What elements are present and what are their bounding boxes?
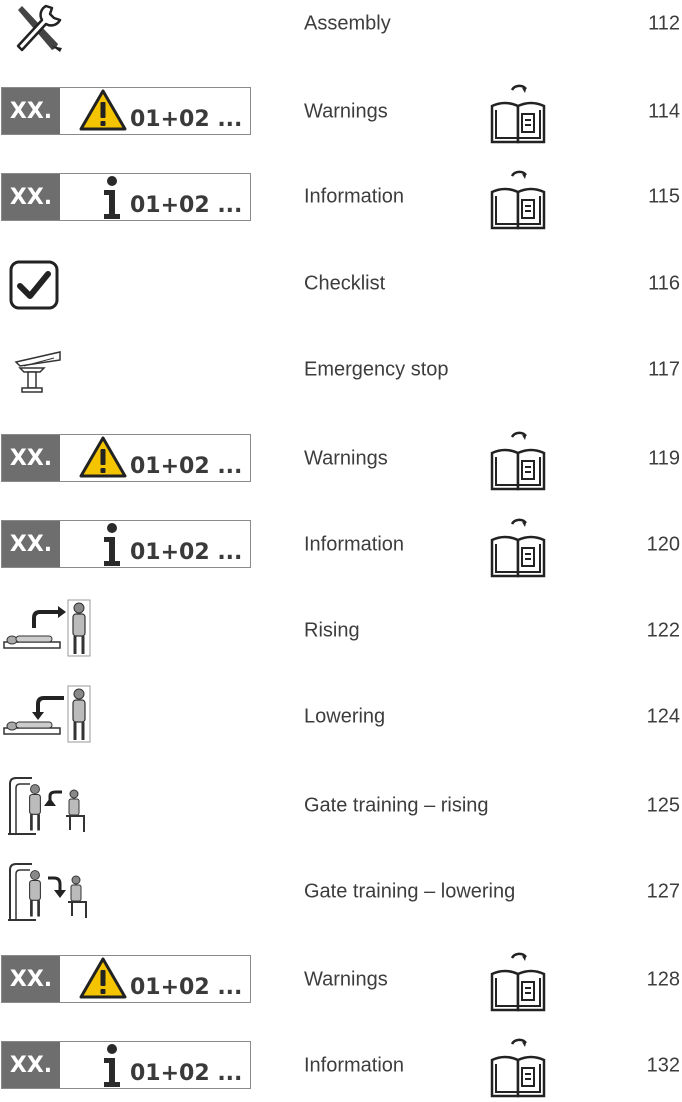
- toc-page-number: 128: [646, 968, 680, 991]
- toc-page-number: 125: [646, 794, 680, 817]
- read-manual-icon: [488, 423, 548, 495]
- info-i-icon: [102, 176, 122, 220]
- toc-label: Emergency stop: [304, 358, 449, 381]
- toc-label: Checklist: [304, 272, 386, 295]
- warning-triangle-icon: [78, 88, 128, 132]
- reference-code: 01+02 ...: [130, 1061, 243, 1086]
- info-i-icon: [102, 1044, 122, 1088]
- reference-code: 01+02 ...: [130, 454, 243, 479]
- toc-page-number: 114: [648, 100, 680, 123]
- toc-page-number: 116: [648, 272, 680, 295]
- toc-label: Information: [304, 1054, 405, 1077]
- read-manual-icon: [488, 944, 548, 1016]
- info-reference-box: XX. 01+02 ...: [1, 1041, 251, 1089]
- toc-page-number: 127: [646, 880, 680, 903]
- warning-reference-box: XX. 01+02 ...: [1, 434, 251, 482]
- read-manual-icon: [488, 510, 548, 582]
- toc-page-number: 112: [648, 12, 680, 35]
- emergency-stop-icon: [10, 346, 64, 399]
- toc-page-number: 132: [646, 1054, 680, 1077]
- toc-page-number: 119: [648, 447, 680, 470]
- gate-training-lowering-icon: [6, 860, 90, 929]
- chapter-tag: XX.: [2, 174, 60, 220]
- patient-rising-icon: [2, 598, 98, 663]
- warning-triangle-icon: [78, 956, 128, 1000]
- gate-training-rising-icon: [6, 774, 90, 843]
- toc-label: Rising: [304, 619, 360, 642]
- toc-page-number: 120: [646, 533, 680, 556]
- reference-code: 01+02 ...: [130, 540, 243, 565]
- chapter-tag: XX.: [2, 1042, 60, 1088]
- toc-label: Assembly: [304, 12, 391, 35]
- warning-reference-box: XX. 01+02 ...: [1, 955, 251, 1003]
- wrench-screwdriver-icon: [12, 2, 64, 59]
- toc-label: Warnings: [304, 100, 388, 123]
- toc-label: Lowering: [304, 705, 386, 728]
- info-reference-box: XX. 01+02 ...: [1, 173, 251, 221]
- toc-page-number: 117: [648, 358, 680, 381]
- reference-code: 01+02 ...: [130, 193, 243, 218]
- toc-label: Gate training – rising: [304, 794, 489, 817]
- chapter-tag: XX.: [2, 956, 60, 1002]
- toc-page-number: 115: [648, 185, 680, 208]
- read-manual-icon: [488, 162, 548, 234]
- warning-reference-box: XX. 01+02 ...: [1, 87, 251, 135]
- info-reference-box: XX. 01+02 ...: [1, 520, 251, 568]
- read-manual-icon: [488, 76, 548, 148]
- toc-page-number: 122: [646, 619, 680, 642]
- reference-code: 01+02 ...: [130, 107, 243, 132]
- toc-label: Gate training – lowering: [304, 880, 516, 903]
- chapter-tag: XX.: [2, 521, 60, 567]
- toc-label: Warnings: [304, 447, 388, 470]
- warning-triangle-icon: [78, 435, 128, 479]
- toc-label: Warnings: [304, 968, 388, 991]
- info-i-icon: [102, 523, 122, 567]
- patient-lowering-icon: [2, 684, 98, 749]
- toc-page-number: 124: [646, 705, 680, 728]
- chapter-tag: XX.: [2, 88, 60, 134]
- toc-label: Information: [304, 185, 405, 208]
- read-manual-icon: [488, 1030, 548, 1102]
- toc-label: Information: [304, 533, 405, 556]
- chapter-tag: XX.: [2, 435, 60, 481]
- checkbox-checked-icon: [8, 259, 60, 316]
- reference-code: 01+02 ...: [130, 975, 243, 1000]
